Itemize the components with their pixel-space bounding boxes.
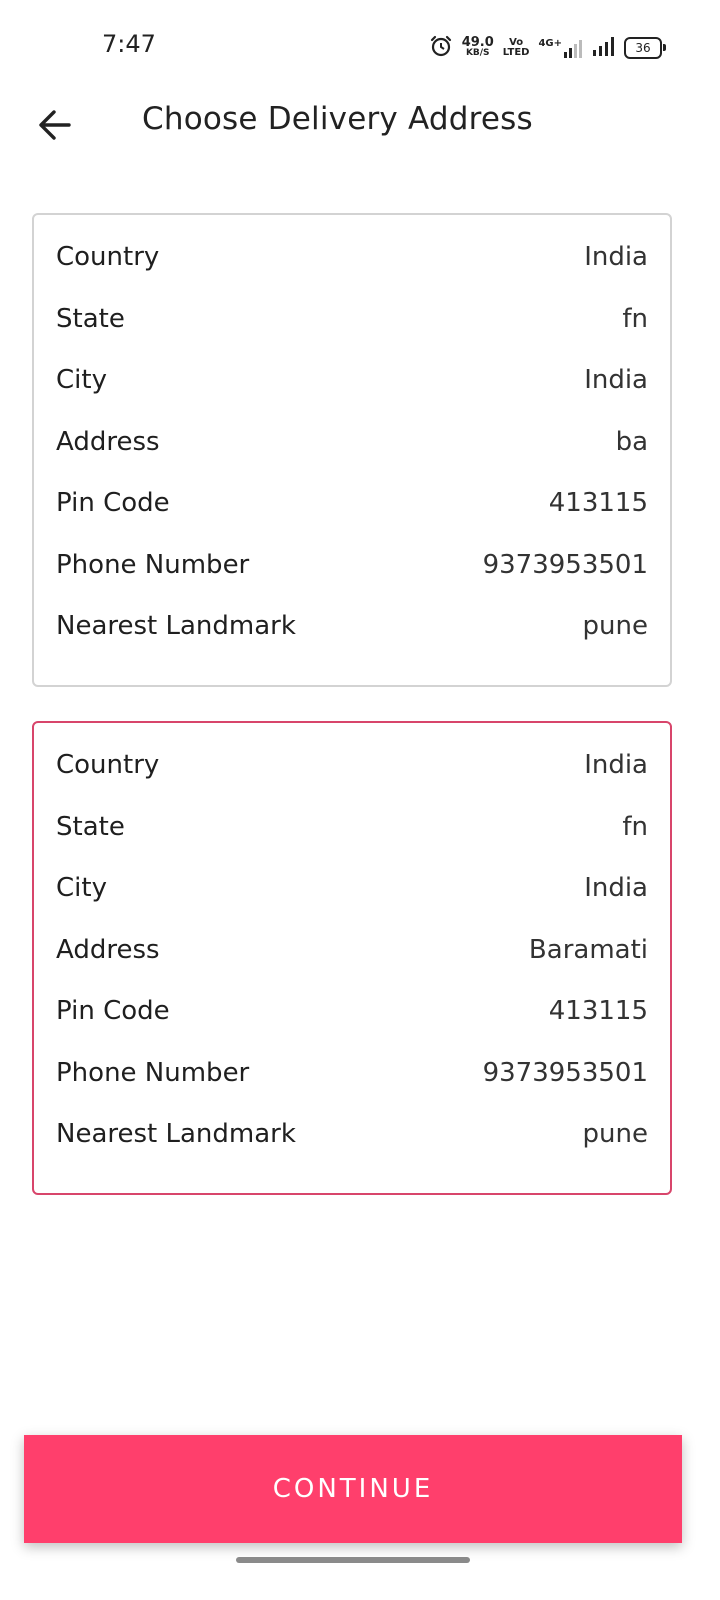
address-row-city: City India xyxy=(56,360,648,400)
field-label: Phone Number xyxy=(56,550,250,580)
alarm-icon xyxy=(429,34,453,62)
volte-indicator: Vo LTED xyxy=(503,38,530,58)
status-icons: 49.0 KB/S Vo LTED 4G+ 36 xyxy=(429,33,666,63)
address-row-address: Address Baramati xyxy=(56,930,648,970)
field-label: Address xyxy=(56,427,160,457)
field-value: ba xyxy=(615,427,648,457)
address-row-landmark: Nearest Landmark pune xyxy=(56,1114,648,1154)
address-card[interactable]: Country India State fn City India Addres… xyxy=(32,213,672,687)
field-value: pune xyxy=(582,611,648,641)
address-row-state: State fn xyxy=(56,299,648,339)
field-value: 9373953501 xyxy=(482,1058,648,1088)
field-label: Phone Number xyxy=(56,1058,250,1088)
field-value: Baramati xyxy=(528,935,648,965)
arrow-left-icon xyxy=(37,107,73,147)
field-value: 413115 xyxy=(548,488,648,518)
net-speed-unit: KB/S xyxy=(465,48,490,58)
signal-4g-icon: 4G+ xyxy=(538,38,584,58)
field-label: Country xyxy=(56,750,160,780)
field-label: Pin Code xyxy=(56,996,170,1026)
field-value: fn xyxy=(622,812,648,842)
address-row-phone: Phone Number 9373953501 xyxy=(56,545,648,585)
gesture-nav-handle[interactable] xyxy=(236,1557,470,1563)
address-row-pin-code: Pin Code 413115 xyxy=(56,991,648,1031)
address-row-pin-code: Pin Code 413115 xyxy=(56,483,648,523)
signal-icon xyxy=(593,36,615,60)
address-row-country: Country India xyxy=(56,745,648,785)
field-label: Country xyxy=(56,242,160,272)
continue-button[interactable]: CONTINUE xyxy=(24,1435,682,1543)
field-value: India xyxy=(584,365,648,395)
address-row-landmark: Nearest Landmark pune xyxy=(56,606,648,646)
field-value: India xyxy=(584,873,648,903)
field-label: Pin Code xyxy=(56,488,170,518)
battery-icon: 36 xyxy=(624,37,666,59)
status-time: 7:47 xyxy=(102,30,156,58)
address-row-address: Address ba xyxy=(56,422,648,462)
page-title: Choose Delivery Address xyxy=(142,101,533,137)
field-value: India xyxy=(584,750,648,780)
field-label: Nearest Landmark xyxy=(56,1119,296,1149)
field-label: State xyxy=(56,812,125,842)
field-label: State xyxy=(56,304,125,334)
address-row-city: City India xyxy=(56,868,648,908)
field-label: City xyxy=(56,365,107,395)
field-label: Address xyxy=(56,935,160,965)
field-value: 9373953501 xyxy=(482,550,648,580)
network-type: 4G+ xyxy=(538,38,562,49)
field-value: 413115 xyxy=(548,996,648,1026)
status-bar: 7:47 49.0 KB/S Vo LTED 4G+ 36 xyxy=(0,0,720,92)
net-speed-indicator: 49.0 KB/S xyxy=(461,35,494,59)
field-value: fn xyxy=(622,304,648,334)
address-row-phone: Phone Number 9373953501 xyxy=(56,1053,648,1093)
address-row-country: Country India xyxy=(56,237,648,277)
net-speed-value: 49.0 xyxy=(461,35,494,50)
address-card-selected[interactable]: Country India State fn City India Addres… xyxy=(32,721,672,1195)
field-value: pune xyxy=(582,1119,648,1149)
field-label: Nearest Landmark xyxy=(56,611,296,641)
field-label: City xyxy=(56,873,107,903)
volte-bottom: LTED xyxy=(502,47,530,58)
field-value: India xyxy=(584,242,648,272)
back-button[interactable] xyxy=(32,104,78,150)
address-row-state: State fn xyxy=(56,807,648,847)
